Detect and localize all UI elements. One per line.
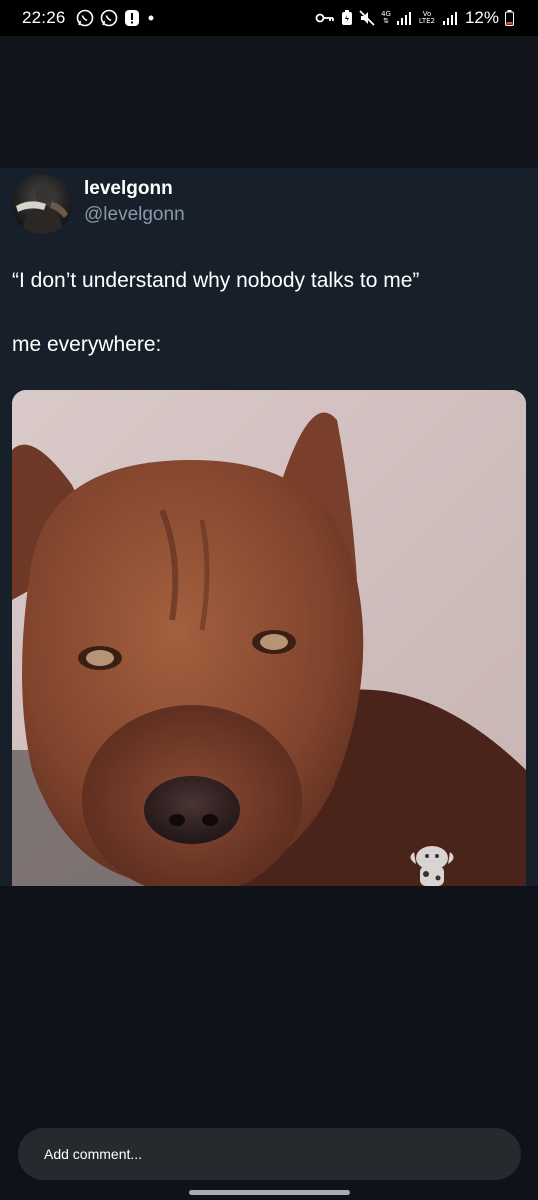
battery-percent: 12% bbox=[464, 8, 499, 27]
signal-icon bbox=[396, 11, 411, 25]
status-bar: 22:26 4G ⇅ Vo LTE2 12% bbox=[0, 0, 538, 36]
network-volte-label: Vo LTE2 bbox=[418, 10, 436, 25]
tweet-text-line-1: “I don’t understand why nobody talks to … bbox=[12, 269, 420, 292]
mute-icon bbox=[359, 10, 375, 26]
status-right: 4G ⇅ Vo LTE2 12% bbox=[315, 8, 514, 28]
arrows-glyph: ⇅ bbox=[383, 17, 389, 25]
tweet-card[interactable]: levelgonn @levelgonn “I don’t understand… bbox=[0, 168, 538, 886]
tweet-media-image[interactable] bbox=[12, 390, 526, 886]
author-name[interactable]: levelgonn bbox=[84, 178, 173, 200]
battery-saver-icon bbox=[341, 10, 353, 26]
add-comment-placeholder: Add comment... bbox=[44, 1146, 143, 1162]
avatar[interactable] bbox=[12, 174, 72, 234]
network-4g-icon: 4G ⇅ bbox=[381, 11, 391, 25]
key-icon bbox=[315, 11, 335, 25]
status-left: 22:26 bbox=[22, 8, 156, 28]
battery-icon bbox=[505, 10, 514, 26]
tweet-text-line-2: me everywhere: bbox=[12, 333, 162, 356]
alert-icon bbox=[124, 9, 140, 27]
add-comment-input[interactable]: Add comment... bbox=[18, 1128, 521, 1180]
signal-icon bbox=[442, 11, 457, 25]
dot-icon bbox=[146, 13, 156, 23]
whatsapp-business-icon bbox=[100, 9, 118, 27]
whatsapp-icon bbox=[76, 9, 94, 27]
status-time: 22:26 bbox=[22, 8, 66, 27]
author-handle[interactable]: @levelgonn bbox=[84, 204, 185, 226]
home-indicator[interactable] bbox=[189, 1190, 350, 1195]
top-empty-area bbox=[0, 36, 538, 168]
network-volte-icon: Vo LTE2 bbox=[417, 11, 437, 25]
